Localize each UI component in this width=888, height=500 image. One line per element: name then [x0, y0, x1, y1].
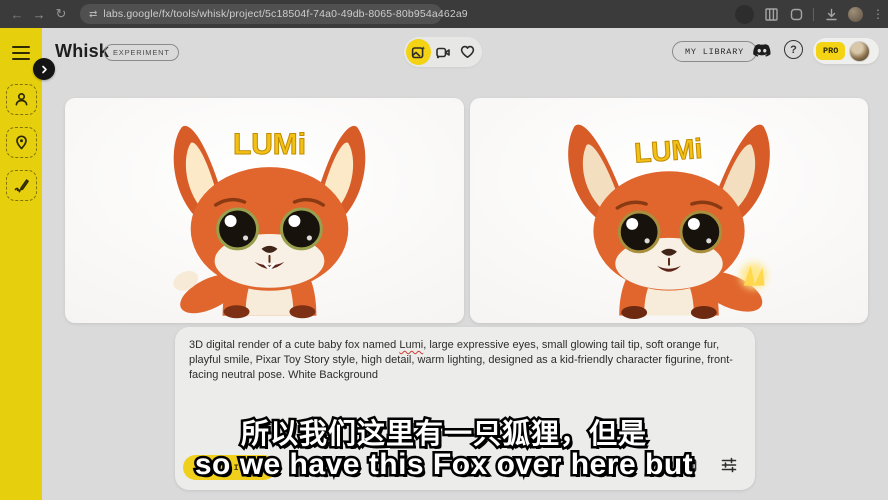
browser-refresh-icon[interactable]: ↻: [50, 3, 72, 25]
prompt-card[interactable]: 3D digital render of a cute baby fox nam…: [175, 327, 755, 490]
prompt-flagged-word: Lumi: [399, 339, 423, 351]
aspect-ratio-icon: [680, 458, 697, 473]
help-button[interactable]: ?: [784, 40, 803, 59]
whisk-app: Whisk EXPERIMENT MY LIBRARY ? PRO LUMi: [0, 28, 888, 500]
add-image-label: ADD IMAGE: [210, 463, 263, 473]
video-camera-icon: [435, 45, 451, 60]
sidebar-subject-button[interactable]: [6, 84, 37, 115]
browser-grid-icon[interactable]: [763, 6, 779, 22]
chevron-right-icon: [40, 65, 49, 74]
image-sparkle-icon: [411, 45, 426, 60]
generated-image-right[interactable]: LUMi: [470, 98, 868, 323]
browser-back-icon[interactable]: ←: [6, 3, 28, 25]
url-text: labs.google/fx/tools/whisk/project/5c185…: [103, 8, 467, 20]
location-pin-icon: [13, 134, 30, 151]
discord-button[interactable]: [751, 40, 773, 62]
experiment-badge: EXPERIMENT: [104, 44, 179, 61]
site-permissions-icon: ⇄: [89, 9, 97, 20]
prompt-text-before: 3D digital render of a cute baby fox nam…: [189, 339, 399, 351]
add-image-button[interactable]: ADD IMAGE: [183, 455, 276, 480]
prompt-text[interactable]: 3D digital render of a cute baby fox nam…: [189, 338, 737, 384]
person-icon: [13, 91, 30, 108]
page-title: Whisk: [55, 41, 109, 62]
toolbar-divider: [813, 8, 814, 21]
menu-icon[interactable]: [12, 46, 30, 60]
mode-favorites-button[interactable]: [455, 39, 480, 65]
heart-icon: [460, 45, 475, 59]
sidebar-expand-button[interactable]: [33, 58, 55, 80]
account-button[interactable]: PRO: [813, 38, 879, 64]
mode-switcher: [404, 37, 482, 67]
pro-badge: PRO: [816, 42, 845, 60]
fox-name-text: LUMi: [233, 128, 306, 161]
style-pencil-icon: [13, 177, 30, 194]
fox-illustration-left: LUMi: [65, 98, 464, 323]
browser-toolbar: ← → ↻ ⇄ labs.google/fx/tools/whisk/proje…: [0, 0, 888, 28]
sidebar: [0, 28, 42, 500]
sidebar-scene-button[interactable]: [6, 127, 37, 158]
mouse-cursor: [553, 431, 567, 456]
screen: ← → ↻ ⇄ labs.google/fx/tools/whisk/proje…: [0, 0, 888, 500]
browser-profile-avatar[interactable]: [848, 7, 863, 22]
question-mark-icon: ?: [790, 44, 797, 56]
settings-tune-button[interactable]: [721, 457, 737, 478]
fox-illustration-right: LUMi: [470, 98, 868, 323]
sidebar-style-button[interactable]: [6, 170, 37, 201]
browser-download-icon[interactable]: [823, 6, 839, 22]
chevron-right-icon: [196, 463, 204, 472]
mode-video-button[interactable]: [431, 39, 456, 65]
discord-icon: [752, 43, 772, 59]
fox-name-text: LUMi: [633, 133, 703, 169]
aspect-ratio-button[interactable]: [680, 458, 697, 478]
mode-image-button[interactable]: [406, 39, 431, 65]
generated-image-left[interactable]: LUMi: [65, 98, 464, 323]
my-library-button[interactable]: MY LIBRARY: [672, 41, 757, 62]
browser-extensions-icon[interactable]: [788, 6, 804, 22]
browser-forward-icon[interactable]: →: [28, 3, 50, 25]
address-bar[interactable]: ⇄ labs.google/fx/tools/whisk/project/5c1…: [80, 4, 442, 24]
user-avatar: [849, 41, 870, 62]
browser-menu-icon[interactable]: ⋮: [872, 7, 884, 21]
tune-sliders-icon: [721, 457, 737, 473]
browser-extension-circle-icon[interactable]: [735, 5, 754, 24]
